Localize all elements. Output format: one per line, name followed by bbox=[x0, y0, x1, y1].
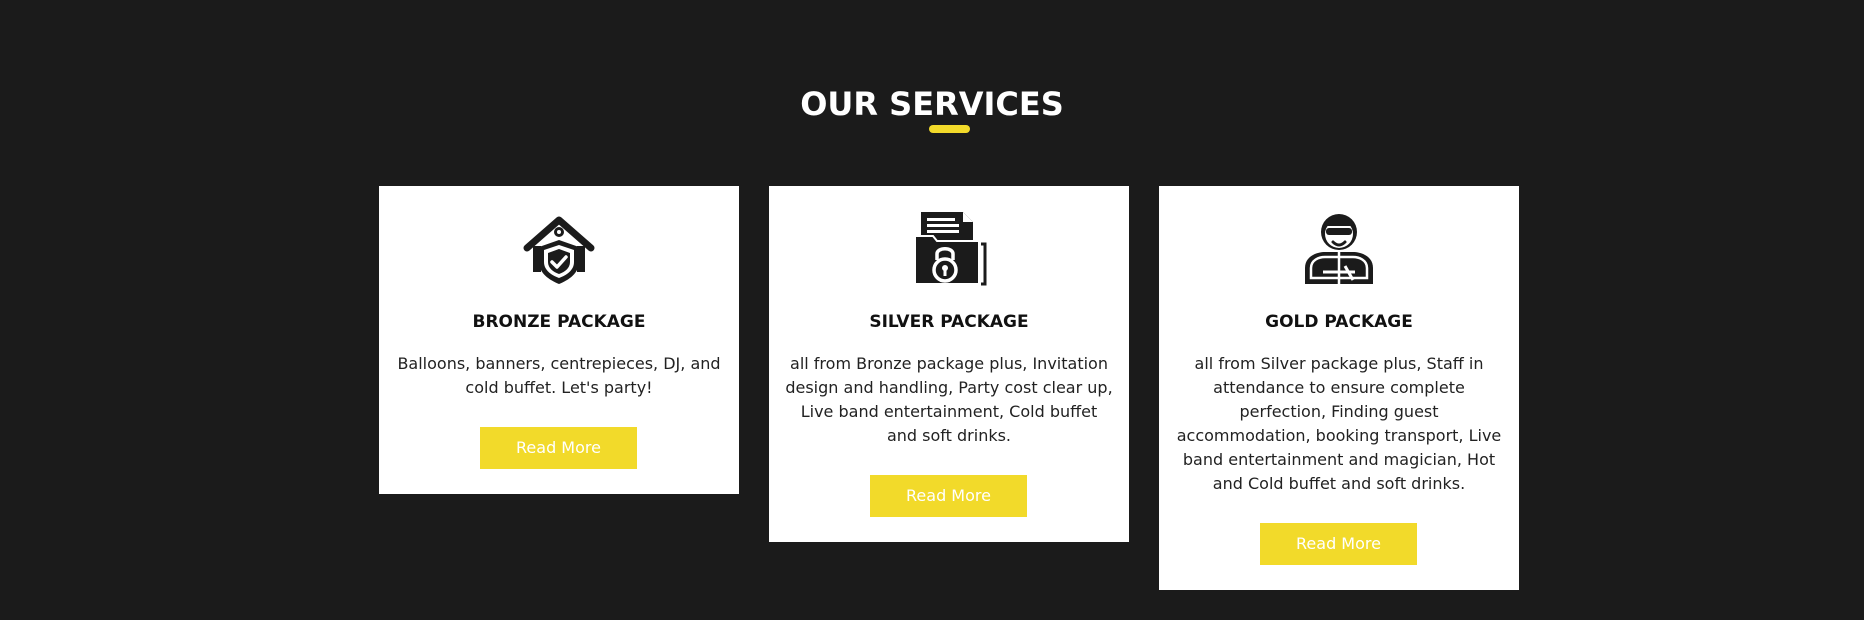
bronze-package-card: BRONZE PACKAGE Balloons, banners, centre… bbox=[379, 186, 739, 494]
read-more-button[interactable]: Read More bbox=[1260, 523, 1417, 565]
card-description: Balloons, banners, centrepieces, DJ, and… bbox=[397, 354, 721, 397]
card-description: all from Bronze package plus, Invitation… bbox=[785, 354, 1113, 445]
card-title: SILVER PACKAGE bbox=[869, 312, 1029, 332]
home-shield-icon bbox=[521, 210, 597, 286]
card-title: GOLD PACKAGE bbox=[1265, 312, 1413, 332]
read-more-button[interactable]: Read More bbox=[870, 475, 1027, 517]
title-underline bbox=[929, 125, 970, 133]
read-more-button[interactable]: Read More bbox=[480, 427, 637, 469]
silver-package-card: SILVER PACKAGE all from Bronze package p… bbox=[769, 186, 1129, 542]
services-section: OUR SERVICES BRONZE PACKAGE Balloons, ba… bbox=[0, 0, 1864, 620]
security-guard-icon bbox=[1301, 210, 1377, 286]
gold-package-card: GOLD PACKAGE all from Silver package plu… bbox=[1159, 186, 1519, 590]
card-title: BRONZE PACKAGE bbox=[472, 312, 646, 332]
locked-folder-icon bbox=[911, 210, 987, 286]
section-title: OUR SERVICES bbox=[800, 85, 1064, 123]
card-description: all from Silver package plus, Staff in a… bbox=[1176, 354, 1502, 493]
